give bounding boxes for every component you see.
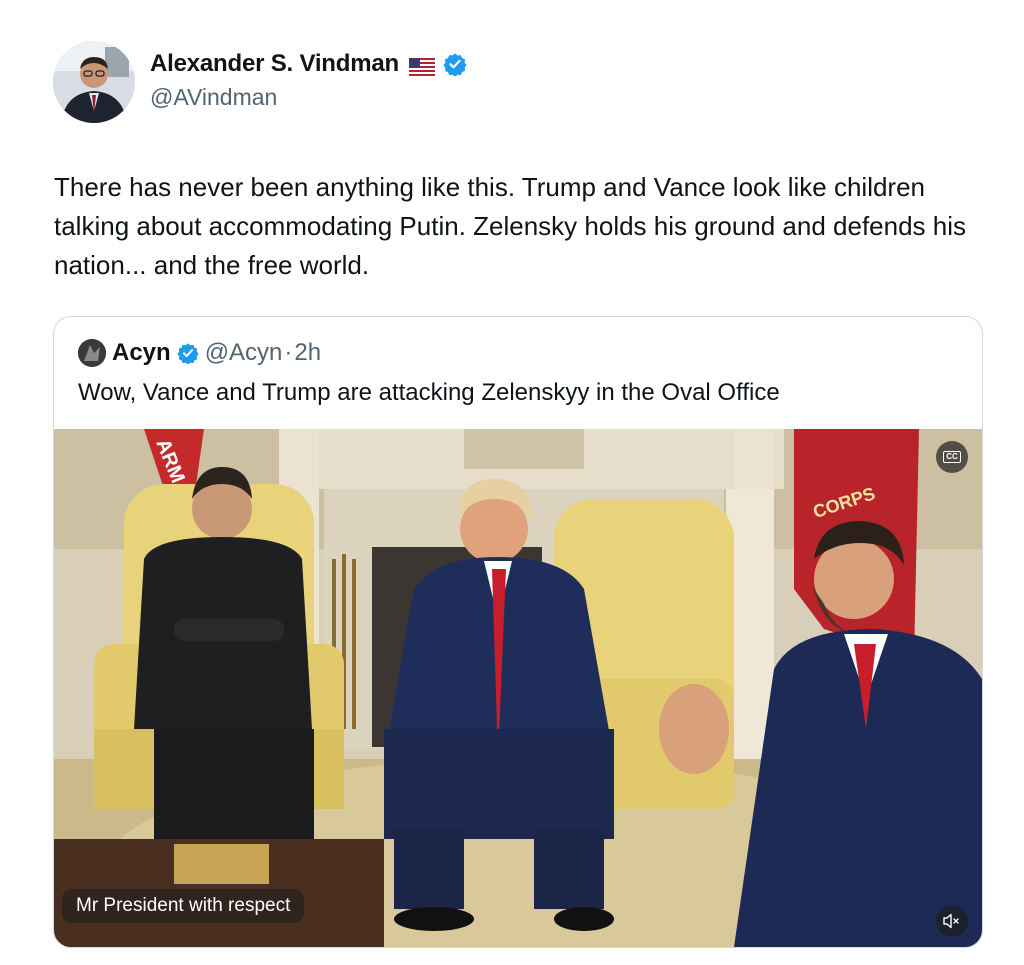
video-caption: Mr President with respect [62,889,305,923]
tweet-text: There has never been anything like this.… [54,172,967,280]
closed-captions-icon: CC [943,451,961,463]
quoted-author-handle[interactable]: @Acyn [205,339,283,367]
author-avatar[interactable] [53,41,135,123]
closed-captions-button[interactable]: CC [936,441,968,473]
quoted-timestamp[interactable]: 2h [294,339,321,367]
author-avatar-image [53,41,135,123]
quoted-tweet-card[interactable]: Acyn @Acyn · 2h Wow, Vance and Trump are a… [53,316,983,948]
author-name-row[interactable]: Alexander S. Vindman [150,50,467,78]
quoted-author-avatar[interactable] [78,339,106,367]
author-handle[interactable]: @AVindman [150,84,277,111]
video-player[interactable]: ARM CORPS Mr President with respect CC [54,429,982,947]
speaker-muted-icon [943,913,959,929]
author-name[interactable]: Alexander S. Vindman [150,50,399,78]
separator-dot: · [284,339,293,366]
quoted-tweet-text: Wow, Vance and Trump are attacking Zelen… [78,379,780,406]
verified-badge-icon [443,52,467,77]
quoted-tweet-header: Acyn @Acyn · 2h [78,339,321,367]
us-flag-icon [408,55,435,76]
mute-toggle-button[interactable] [936,905,968,937]
video-frame: ARM CORPS [54,429,982,947]
quoted-author-name[interactable]: Acyn [112,339,171,367]
verified-badge-icon [177,342,199,365]
